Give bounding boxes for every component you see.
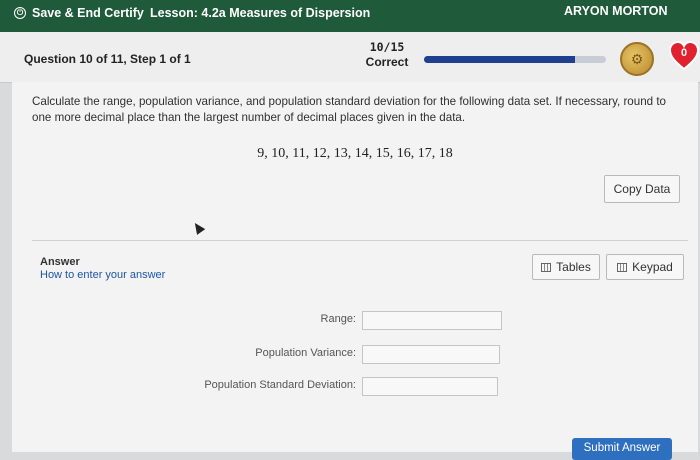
tables-button[interactable]: Tables — [532, 254, 600, 280]
range-label: Range: — [320, 313, 356, 325]
keypad-icon — [617, 262, 628, 272]
progress-fill — [424, 56, 576, 63]
answer-heading: Answer — [40, 256, 80, 268]
top-bar: ⏻ Save & End Certify Lesson: 4.2a Measur… — [0, 0, 700, 32]
submit-answer-button[interactable]: Submit Answer — [572, 438, 672, 460]
save-end-certify-label: Save & End Certify — [32, 6, 144, 20]
score-label: Correct — [365, 55, 409, 69]
hearts-badge[interactable]: 0 — [668, 40, 700, 72]
population-variance-input[interactable] — [362, 345, 500, 364]
table-icon — [541, 262, 552, 272]
submit-answer-label: Submit Answer — [583, 442, 661, 454]
population-variance-label: Population Variance: — [255, 347, 356, 359]
coin-badge-icon[interactable]: ⚙ — [620, 42, 654, 76]
question-bar: Question 10 of 11, Step 1 of 1 10/15 Cor… — [0, 32, 700, 83]
population-std-dev-input[interactable] — [362, 377, 498, 396]
population-std-dev-label: Population Standard Deviation: — [204, 379, 356, 391]
question-panel: Calculate the range, population variance… — [12, 82, 698, 460]
score-display: 10/15 Correct — [364, 40, 410, 70]
copy-data-button[interactable]: Copy Data — [604, 175, 680, 203]
keypad-button[interactable]: Keypad — [606, 254, 684, 280]
range-input[interactable] — [362, 311, 502, 330]
data-set: 9, 10, 11, 12, 13, 14, 15, 16, 17, 18 — [257, 146, 453, 161]
question-prompt: Calculate the range, population variance… — [32, 95, 666, 124]
save-end-certify-button[interactable]: ⏻ Save & End Certify — [14, 6, 144, 20]
divider — [32, 240, 688, 241]
tables-label: Tables — [556, 260, 591, 274]
copy-data-label: Copy Data — [613, 182, 671, 196]
power-icon: ⏻ — [14, 7, 26, 19]
lesson-title: Lesson: 4.2a Measures of Dispersion — [150, 6, 371, 20]
question-number: Question 10 of 11, Step 1 of 1 — [24, 52, 191, 66]
keypad-label: Keypad — [632, 260, 673, 274]
progress-bar — [424, 56, 606, 63]
score-fraction: 10/15 — [369, 40, 405, 54]
how-to-enter-link[interactable]: How to enter your answer — [40, 269, 165, 281]
hearts-count: 0 — [680, 47, 688, 59]
user-name[interactable]: ARYON MORTON — [564, 4, 667, 18]
